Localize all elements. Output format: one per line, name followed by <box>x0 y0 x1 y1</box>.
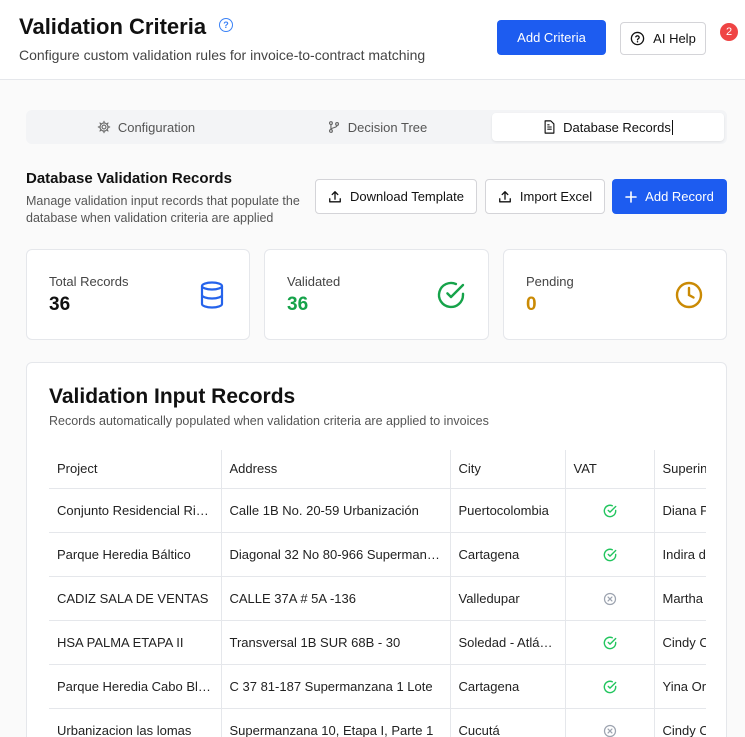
table-row[interactable]: Urbanizacion las lomas Supermanzana 10, E… <box>49 708 706 737</box>
records-table-scroll[interactable]: Project Address City VAT Superintendent … <box>49 450 706 737</box>
cell-city: Valledupar <box>449 576 565 621</box>
cell-city: Puertocolombia <box>449 488 565 533</box>
x-circle-icon <box>603 724 616 737</box>
cell-superintendent: Martha Gomez <box>653 576 706 621</box>
ai-help-label: AI Help <box>653 31 696 46</box>
add-record-label: Add Record <box>645 189 714 204</box>
stat-validated: Validated 36 <box>264 249 489 340</box>
cell-vat <box>564 708 654 737</box>
upload-icon <box>329 190 341 202</box>
table-row[interactable]: Parque Heredia Báltico Diagonal 32 No 80-… <box>49 532 706 577</box>
upload-icon <box>498 190 511 202</box>
stat-value: 0 <box>526 294 537 315</box>
notification-badge[interactable]: 2 <box>720 23 738 41</box>
cell-superintendent: Cindy Castro <box>653 620 706 665</box>
help-icon[interactable]: ? <box>219 18 233 32</box>
cell-project: Parque Heredia Báltico <box>49 532 221 577</box>
cell-superintendent: Yina Ortiz <box>653 664 706 709</box>
check-circle-icon <box>603 680 616 694</box>
column-header-address[interactable]: Address <box>220 450 450 489</box>
gear-icon <box>97 120 111 134</box>
tab-decision-tree-label: Decision Tree <box>347 119 428 135</box>
check-circle-icon <box>437 281 465 309</box>
table-row[interactable]: Parque Heredia Cabo Blanco C 37 81-187 Su… <box>49 664 706 709</box>
page-header: Validation Criteria ? Configure custom v… <box>0 0 745 80</box>
cell-city: Cartagena <box>449 664 565 709</box>
page-subtitle: Configure custom validation rules for in… <box>19 47 426 63</box>
add-criteria-label: Add Criteria <box>517 30 586 45</box>
column-header-project[interactable]: Project <box>49 450 221 489</box>
cell-address: Diagonal 32 No 80-966 Supermanzana <box>220 532 450 577</box>
help-circle-icon <box>630 31 645 46</box>
cell-superintendent: Diana Perez <box>653 488 706 533</box>
git-branch-icon <box>328 121 339 133</box>
section-title: Database Validation Records <box>26 170 232 187</box>
check-circle-icon <box>603 636 616 650</box>
table-row[interactable]: HSA PALMA ETAPA II Transversal 1B SUR 68B… <box>49 620 706 665</box>
cell-address: Transversal 1B SUR 68B - 30 <box>220 620 450 665</box>
tab-database-records-label: Database Records <box>563 119 671 135</box>
check-circle-icon <box>603 504 616 518</box>
table-row[interactable]: Conjunto Residencial Ribera Calle 1B No. … <box>49 488 706 533</box>
cell-superintendent: Indira de la Hoz <box>653 532 706 577</box>
cell-vat <box>564 488 654 533</box>
cell-superintendent: Cindy Castro <box>653 708 706 737</box>
x-circle-icon <box>603 592 616 605</box>
text-cursor <box>671 119 673 135</box>
tab-database-records[interactable]: Database Records <box>492 113 724 141</box>
stat-total-records: Total Records 36 <box>26 249 250 340</box>
table-header-row: Project Address City VAT Superintendent <box>49 450 706 489</box>
stat-value: 36 <box>287 294 309 315</box>
cell-project: HSA PALMA ETAPA II <box>49 620 221 665</box>
column-header-vat[interactable]: VAT <box>564 450 654 489</box>
download-template-label: Download Template <box>350 189 464 204</box>
clock-icon <box>675 281 703 309</box>
stat-label: Validated <box>287 274 341 289</box>
cell-project: Conjunto Residencial Ribera <box>49 488 221 533</box>
check-circle-icon <box>603 548 616 562</box>
cell-address: CALLE 37A # 5A -136 <box>220 576 450 621</box>
add-criteria-button[interactable]: Add Criteria <box>497 20 606 55</box>
import-excel-button[interactable]: Import Excel <box>485 179 605 214</box>
cell-address: Calle 1B No. 20-59 Urbanización <box>220 488 450 533</box>
ai-help-button[interactable]: AI Help <box>620 22 706 55</box>
column-header-superintendent[interactable]: Superintendent <box>653 450 706 489</box>
records-title: Validation Input Records <box>49 385 296 408</box>
tab-bar: Configuration Decision Tree Database Rec… <box>26 110 727 144</box>
cell-city: Cucutá <box>449 708 565 737</box>
stat-value: 36 <box>49 294 71 315</box>
records-table: Project Address City VAT Superintendent … <box>49 450 706 737</box>
stat-pending: Pending 0 <box>503 249 727 340</box>
plus-icon <box>625 190 637 203</box>
cell-project: CADIZ SALA DE VENTAS <box>49 576 221 621</box>
cell-address: C 37 81-187 Supermanzana 1 Lote <box>220 664 450 709</box>
page-title: Validation Criteria <box>19 14 207 39</box>
cell-project: Urbanizacion las lomas <box>49 708 221 737</box>
tab-configuration-label: Configuration <box>117 119 196 135</box>
database-icon <box>200 281 224 309</box>
records-card: Validation Input Records Records automat… <box>26 362 727 737</box>
add-record-button[interactable]: Add Record <box>612 179 727 214</box>
download-template-button[interactable]: Download Template <box>315 179 477 214</box>
cell-vat <box>564 620 654 665</box>
file-text-icon <box>544 120 555 134</box>
table-row[interactable]: CADIZ SALA DE VENTAS CALLE 37A # 5A -136 V… <box>49 576 706 621</box>
cell-vat <box>564 532 654 577</box>
tab-configuration[interactable]: Configuration <box>30 113 262 141</box>
cell-vat <box>564 576 654 621</box>
cell-city: Cartagena <box>449 532 565 577</box>
stat-label: Pending <box>526 274 574 289</box>
cell-city: Soledad - Atlántico <box>449 620 565 665</box>
cell-address: Supermanzana 10, Etapa I, Parte 1 <box>220 708 450 737</box>
section-description: Manage validation input records that pop… <box>26 194 300 225</box>
stat-label: Total Records <box>49 274 129 289</box>
records-description: Records automatically populated when val… <box>49 414 489 428</box>
cell-vat <box>564 664 654 709</box>
tab-decision-tree[interactable]: Decision Tree <box>262 113 492 141</box>
column-header-city[interactable]: City <box>449 450 565 489</box>
cell-project: Parque Heredia Cabo Blanco <box>49 664 221 709</box>
import-excel-label: Import Excel <box>519 189 593 204</box>
